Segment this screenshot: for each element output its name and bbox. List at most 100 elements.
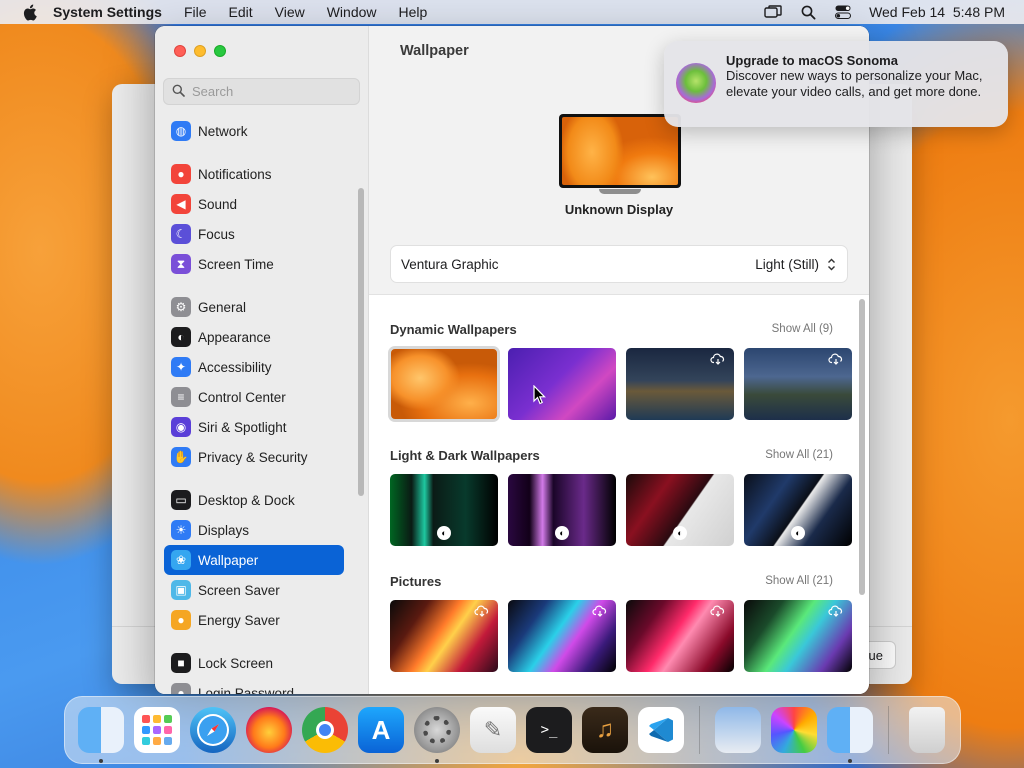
sidebar: ◍ Network ● Notifications ◀ Sound ☾ Focus ⧗ Scree… (155, 26, 369, 694)
sidebar-item-notifications[interactable]: ● Notifications (164, 159, 344, 189)
sidebar-search[interactable] (163, 78, 360, 105)
sidebar-item-network[interactable]: ◍ Network (164, 116, 344, 146)
sidebar-item-label: Accessibility (198, 359, 272, 375)
finder-icon (78, 707, 124, 753)
search-input[interactable] (192, 84, 352, 99)
dock-app-finder[interactable] (77, 706, 125, 763)
launchpad-icon (134, 707, 180, 753)
menu-file[interactable]: File (173, 4, 218, 20)
sidebar-item-label: Notifications (198, 166, 272, 182)
show-all-pictures-button[interactable]: Show All (21) (765, 575, 833, 587)
dock-app-photos[interactable] (770, 706, 818, 754)
appearance-icon: ◐ (171, 327, 191, 347)
sidebar-item-privacy-security[interactable]: ✋ Privacy & Security (164, 442, 344, 472)
dock-app-preview[interactable] (714, 706, 762, 754)
wallpaper-thumb-macbook-pro-orange[interactable] (390, 600, 498, 672)
dock-app-app-store[interactable]: A (357, 706, 405, 754)
dock-app-garageband[interactable]: ♫ (581, 706, 629, 754)
dock-app-firefox[interactable] (245, 706, 293, 754)
dock-app-system-settings[interactable] (413, 706, 461, 763)
wallpaper-thumb-macbook-purple[interactable]: ◐ (508, 474, 616, 546)
page-title: Wallpaper (400, 43, 469, 59)
menu-view[interactable]: View (264, 4, 316, 20)
sidebar-item-displays[interactable]: ☀ Displays (164, 515, 344, 545)
dock-app-chrome[interactable] (301, 706, 349, 754)
dock-app-finder-window[interactable] (826, 706, 874, 763)
firefox-icon (246, 707, 292, 753)
dock-app-trash[interactable] (903, 706, 951, 754)
dock: A ✎ >_ ♫ (64, 696, 961, 764)
show-all-dynamic-button[interactable]: Show All (9) (772, 323, 833, 335)
show-all-light-dark-button[interactable]: Show All (21) (765, 449, 833, 461)
current-wallpaper-name: Ventura Graphic (401, 256, 499, 272)
minimize-window-button[interactable] (194, 45, 206, 57)
menu-app-name[interactable]: System Settings (53, 4, 173, 20)
menu-window[interactable]: Window (316, 4, 388, 20)
garageband-icon: ♫ (582, 707, 628, 753)
sidebar-item-wallpaper[interactable]: ❀ Wallpaper (164, 545, 344, 575)
vscode-icon (638, 707, 684, 753)
siri-icon: ◉ (171, 417, 191, 437)
light-dark-badge-icon: ◐ (673, 526, 687, 540)
apple-menu-icon[interactable] (18, 4, 40, 21)
screen-mirroring-icon[interactable] (764, 3, 782, 21)
wallpaper-thumb-macbook-red[interactable]: ◐ (626, 474, 734, 546)
wallpaper-thumb-catalina-coast[interactable] (626, 348, 734, 420)
cloud-download-icon (828, 353, 843, 365)
sidebar-item-label: Siri & Spotlight (198, 419, 287, 435)
spotlight-search-icon[interactable] (799, 3, 817, 21)
running-indicator (99, 759, 103, 763)
sidebar-item-screen-time[interactable]: ⧗ Screen Time (164, 249, 344, 279)
notification-body: Discover new ways to personalize your Ma… (726, 68, 983, 99)
sidebar-item-desktop-dock[interactable]: ▭ Desktop & Dock (164, 485, 344, 515)
dock-separator (888, 706, 889, 754)
wallpaper-thumb-macbook-green[interactable]: ◐ (390, 474, 498, 546)
wallpaper-thumb-macbook-blue[interactable]: ◐ (744, 474, 852, 546)
dock-app-vscode[interactable] (637, 706, 685, 754)
menu-clock[interactable]: Wed Feb 14 5:48 PM (869, 4, 1005, 20)
sidebar-item-sound[interactable]: ◀ Sound (164, 189, 344, 219)
sidebar-item-label: Focus (198, 226, 235, 242)
sidebar-item-control-center[interactable]: ≡ Control Center (164, 382, 344, 412)
close-window-button[interactable] (174, 45, 186, 57)
content-scrollbar[interactable] (859, 299, 865, 595)
sidebar-item-label: Login Password (198, 685, 295, 695)
dock-app-launchpad[interactable] (133, 706, 181, 754)
finder-window-icon (827, 707, 873, 753)
sidebar-scrollbar[interactable] (358, 188, 364, 496)
section-title-pictures: Pictures (390, 574, 442, 589)
trash-icon (909, 707, 945, 753)
dock-app-safari[interactable] (189, 706, 237, 754)
wallpaper-thumb-macbook-pro-green[interactable] (744, 600, 852, 672)
sidebar-item-energy-saver[interactable]: ● Energy Saver (164, 605, 344, 635)
notification-banner[interactable]: Upgrade to macOS Sonoma Discover new way… (664, 41, 1008, 127)
wallpaper-thumb-monterey-purple[interactable] (508, 348, 616, 420)
login-password-icon: ● (171, 683, 191, 694)
zoom-window-button[interactable] (214, 45, 226, 57)
focus-icon: ☾ (171, 224, 191, 244)
appearance-mode-popup[interactable]: Light (Still) (755, 255, 837, 273)
wallpaper-thumb-catalina-island[interactable] (744, 348, 852, 420)
dock-app-textedit[interactable]: ✎ (469, 706, 517, 754)
sidebar-item-appearance[interactable]: ◐ Appearance (164, 322, 344, 352)
menu-help[interactable]: Help (388, 4, 439, 20)
macos-sonoma-icon (676, 63, 716, 103)
sidebar-item-label: Privacy & Security (198, 449, 308, 465)
wallpaper-thumb-macbook-pro-cyan[interactable] (508, 600, 616, 672)
light-dark-badge-icon: ◐ (437, 526, 451, 540)
sidebar-item-lock-screen[interactable]: ■ Lock Screen (164, 648, 344, 678)
sidebar-item-general[interactable]: ⚙ General (164, 292, 344, 322)
menu-edit[interactable]: Edit (218, 4, 264, 20)
control-center-icon[interactable] (834, 3, 852, 21)
thumbs-dynamic (388, 346, 852, 422)
sidebar-list: ◍ Network ● Notifications ◀ Sound ☾ Focus ⧗ Scree… (164, 116, 344, 694)
wallpaper-thumb-ventura-orange[interactable] (388, 346, 500, 422)
sidebar-item-login-password[interactable]: ● Login Password (164, 678, 344, 694)
sidebar-item-accessibility[interactable]: ✦ Accessibility (164, 352, 344, 382)
sidebar-item-focus[interactable]: ☾ Focus (164, 219, 344, 249)
sidebar-item-siri-spotlight[interactable]: ◉ Siri & Spotlight (164, 412, 344, 442)
dock-app-terminal[interactable]: >_ (525, 706, 573, 754)
sidebar-item-screen-saver[interactable]: ▣ Screen Saver (164, 575, 344, 605)
wallpaper-thumb-macbook-pro-pink[interactable] (626, 600, 734, 672)
